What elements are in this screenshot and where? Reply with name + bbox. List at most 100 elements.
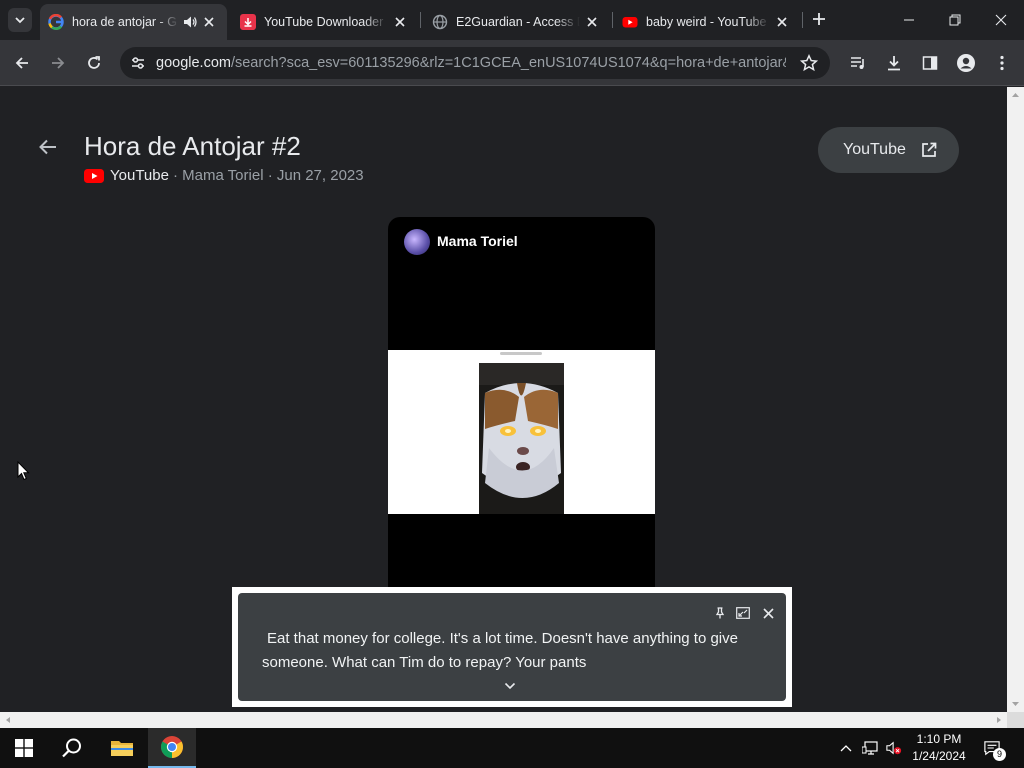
google-icon [48,14,64,30]
tab-close-button[interactable] [201,14,217,30]
site-info-button[interactable] [128,55,148,71]
globe-icon [432,14,448,30]
url-text[interactable]: google.com/search?sca_esv=601135296&rlz=… [156,55,786,71]
open-external-icon [922,142,937,157]
folder-icon [111,741,133,756]
windows-taskbar: 1:10 PM 1/24/2024 [0,728,1024,768]
side-panel-icon [922,56,938,70]
pin-caption-button[interactable] [712,605,728,621]
minimize-button[interactable] [886,0,932,40]
network-icon [862,741,878,755]
chevron-down-icon [504,682,516,690]
start-button[interactable] [0,728,48,768]
video-thumbnail [479,363,564,514]
close-icon [395,17,405,27]
close-window-button[interactable] [978,0,1024,40]
chrome-taskbar-button[interactable] [148,728,196,768]
video-channel-date: · Mama Toriel · Jun 27, 2023 [172,167,364,184]
forward-button[interactable] [45,50,71,76]
reload-icon [88,56,100,69]
address-bar[interactable]: google.com/search?sca_esv=601135296&rlz=… [120,47,830,79]
bookmark-button[interactable] [799,53,819,77]
star-icon [799,53,819,72]
open-youtube-label: YouTube [843,141,906,158]
expand-caption-button[interactable] [735,605,751,621]
system-clock[interactable]: 1:10 PM 1/24/2024 [912,731,966,765]
video-frame [388,350,655,514]
horizontal-scrollbar[interactable] [0,712,1007,728]
tab-close-button[interactable] [774,14,790,30]
scroll-up-icon[interactable] [1007,89,1024,101]
live-caption-box: Eat that money for college. It's a lot t… [238,593,786,701]
open-youtube-button[interactable]: YouTube [818,127,959,173]
youtube-icon [622,17,638,28]
speaker-icon[interactable] [183,15,197,29]
chevron-up-icon [840,745,852,752]
restore-icon [949,14,961,26]
resize-icon [736,607,750,619]
drag-handle [500,352,542,355]
url-path: /search?sca_esv=601135296&rlz=1C1GCEA_en… [230,55,786,71]
media-control-button[interactable] [845,50,871,76]
scroll-left-icon[interactable] [2,712,14,728]
tab-close-button[interactable] [392,14,408,30]
page-content: Hora de Antojar #2 YouTube · Mama Toriel… [0,87,1007,712]
new-tab-button[interactable] [808,8,830,30]
close-icon [777,17,787,27]
file-explorer-button[interactable] [98,728,146,768]
mouse-cursor-icon [17,461,30,481]
caption-expand-button[interactable] [504,677,516,695]
back-button[interactable] [9,50,35,76]
media-queue-icon [851,57,864,69]
arrow-left-icon [15,57,28,69]
tab-separator [802,12,803,28]
close-caption-button[interactable] [760,605,776,621]
downloads-button[interactable] [881,50,907,76]
arrow-right-icon [52,57,65,69]
reload-button[interactable] [81,50,107,76]
close-icon [587,17,597,27]
tab-title: YouTube Downloader [264,15,384,29]
vertical-scrollbar[interactable] [1007,87,1024,712]
browser-toolbar: google.com/search?sca_esv=601135296&rlz=… [0,40,1024,86]
scroll-down-icon[interactable] [1007,698,1024,710]
tab-google-search[interactable]: hora de antojar - G [40,4,227,40]
clock-time: 1:10 PM [916,732,962,746]
download-icon [888,56,900,71]
restore-button[interactable] [932,0,978,40]
back-arrow-icon[interactable] [36,135,60,159]
video-player[interactable]: Mama Toriel [388,217,655,587]
volume-button[interactable] [886,740,902,756]
menu-button[interactable] [989,50,1015,76]
network-button[interactable] [862,740,878,756]
live-caption-panel: Eat that money for college. It's a lot t… [232,587,792,707]
channel-name[interactable]: Mama Toriel [437,233,518,249]
close-icon [204,17,214,27]
tab-e2guardian[interactable]: E2Guardian - Access D [424,4,610,40]
show-hidden-icons-button[interactable] [838,740,854,756]
download-icon [240,14,256,30]
tab-search-button[interactable] [8,8,32,32]
notification-count-badge: 9 [993,748,1006,761]
chevron-down-icon [15,17,25,24]
close-icon [995,14,1007,26]
taskbar-search-button[interactable] [48,728,96,768]
scroll-right-icon[interactable] [993,712,1005,728]
profile-icon [957,54,975,72]
side-panel-button[interactable] [917,50,943,76]
tab-youtube-downloader[interactable]: YouTube Downloader [232,4,418,40]
pin-icon [715,607,725,619]
channel-avatar[interactable] [404,229,430,255]
url-host: google.com [156,55,231,71]
tab-close-button[interactable] [584,14,600,30]
tune-icon [132,57,144,69]
search-icon [62,738,81,758]
video-source[interactable]: YouTube [110,167,169,184]
tab-baby-weird-youtube[interactable]: baby weird - YouTube [614,4,800,40]
windows-icon [15,739,33,757]
video-title: Hora de Antojar #2 [84,131,301,161]
profile-button[interactable] [953,50,979,76]
volume-muted-icon [886,741,902,755]
close-icon [762,607,774,619]
more-vert-icon [1000,55,1004,71]
